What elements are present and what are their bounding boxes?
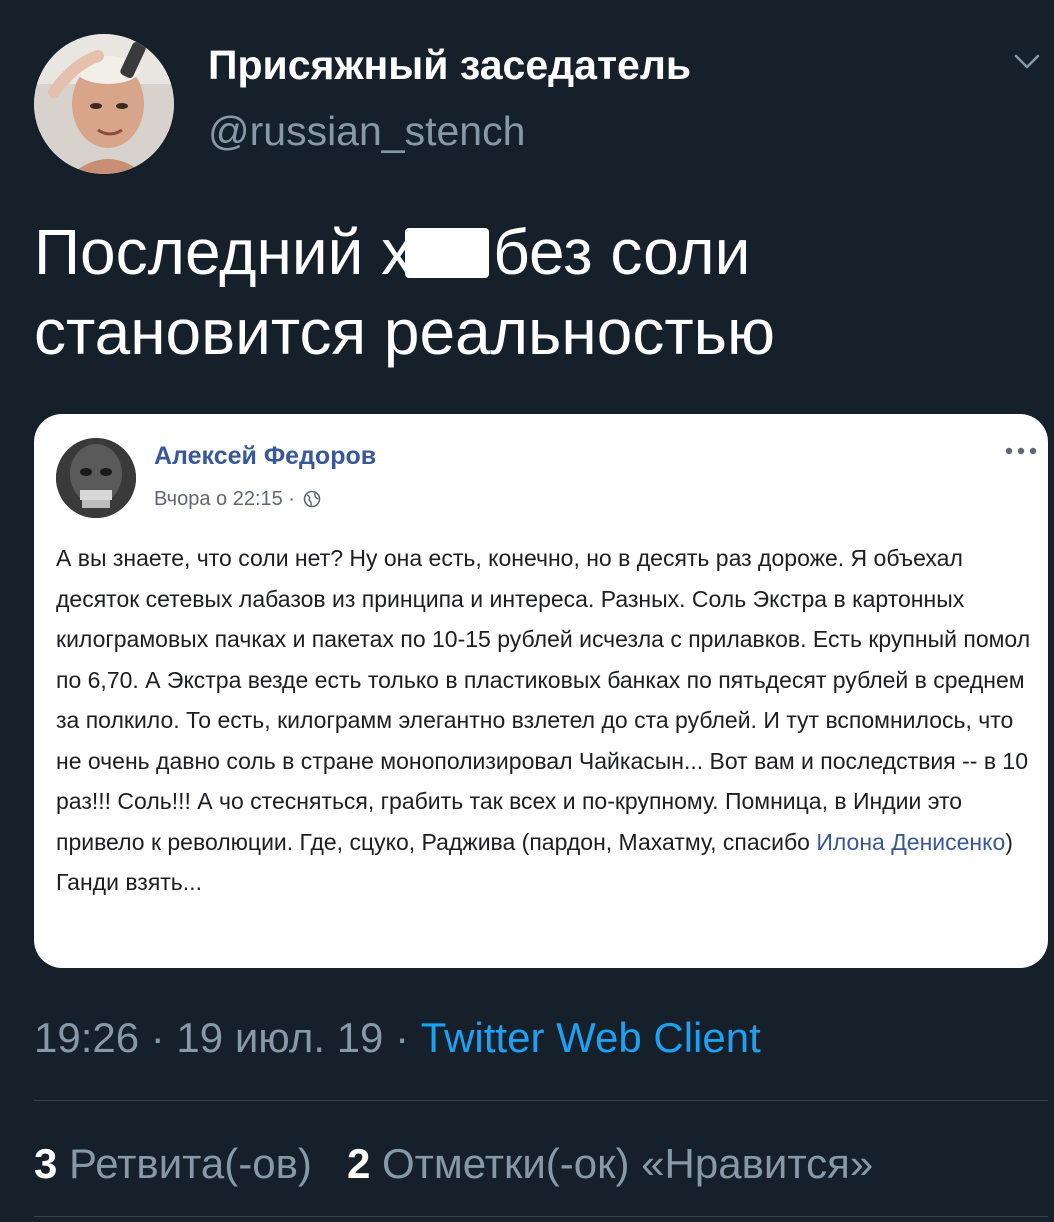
post-body: А вы знаете, что соли нет? Ну она есть, … bbox=[56, 538, 1042, 903]
author-display-name[interactable]: Присяжный заседатель bbox=[208, 42, 691, 89]
author-handle[interactable]: @russian_stench bbox=[208, 108, 525, 155]
post-mention-link: Илона Денисенко bbox=[816, 828, 1006, 855]
post-timestamp: Вчора о 22:15 · bbox=[154, 488, 295, 510]
likes-stat[interactable]: 2 Отметки(-ок) «Нравится» bbox=[347, 1140, 873, 1187]
author-avatar[interactable] bbox=[34, 34, 174, 174]
censor-block bbox=[405, 228, 490, 278]
tweet-stats: 3 Ретвита(-ов) 2 Отметки(-ок) «Нравится» bbox=[34, 1140, 873, 1188]
chevron-down-icon[interactable] bbox=[1012, 50, 1042, 74]
post-author-avatar bbox=[56, 438, 136, 518]
post-body-text: А вы знаете, что соли нет? Ну она есть, … bbox=[56, 545, 1031, 855]
attached-image[interactable]: Алексей Федоров Вчора о 22:15 · А вы зна… bbox=[34, 414, 1048, 968]
more-options-icon bbox=[1004, 444, 1038, 458]
retweets-count: 3 bbox=[34, 1140, 58, 1187]
tweet-text-part3: становится реальностью bbox=[34, 296, 775, 368]
likes-label: Отметки(-ок) «Нравится» bbox=[370, 1140, 874, 1187]
retweets-stat[interactable]: 3 Ретвита(-ов) bbox=[34, 1140, 312, 1187]
tweet-timestamp[interactable]: 19:26 · 19 июл. 19 · bbox=[34, 1014, 421, 1061]
tweet-text-part2: без соли bbox=[493, 216, 751, 288]
globe-icon bbox=[303, 490, 321, 514]
post-meta: Вчора о 22:15 · bbox=[154, 488, 321, 514]
tweet-text-part1: Последний х bbox=[34, 216, 414, 288]
post-author-name: Алексей Федоров bbox=[154, 442, 377, 470]
tweet-source-link[interactable]: Twitter Web Client bbox=[421, 1014, 761, 1061]
divider bbox=[34, 1216, 1048, 1217]
tweet-timestamp-row: 19:26 · 19 июл. 19 · Twitter Web Client bbox=[34, 1014, 761, 1062]
retweets-label: Ретвита(-ов) bbox=[57, 1140, 312, 1187]
tweet-text: Последний х без соли становится реальност… bbox=[34, 212, 1024, 372]
likes-count: 2 bbox=[346, 1140, 371, 1187]
divider bbox=[34, 1100, 1048, 1101]
